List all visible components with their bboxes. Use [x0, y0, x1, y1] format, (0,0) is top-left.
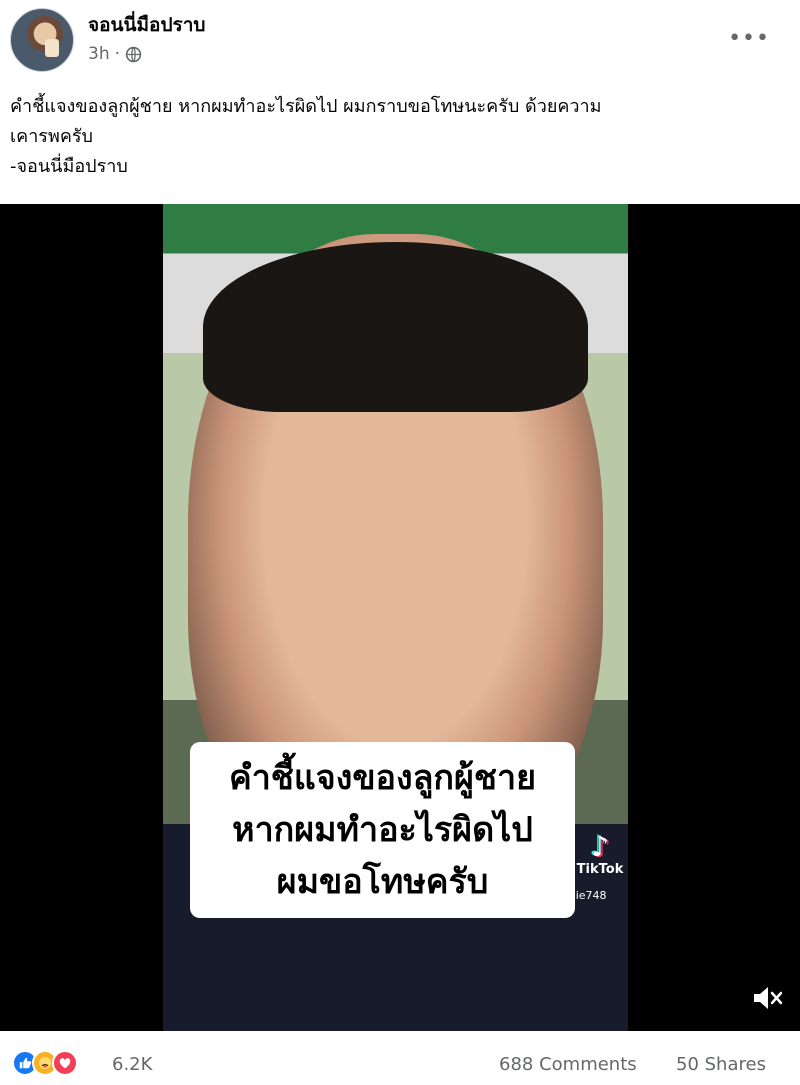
post-header: จอนนี่มือปราบ 3h · •••	[0, 0, 800, 80]
globe-icon[interactable]	[125, 46, 142, 63]
more-options-button[interactable]: •••	[728, 26, 770, 51]
love-icon[interactable]	[52, 1050, 78, 1076]
post-time[interactable]: 3h	[88, 44, 110, 64]
meta-separator: ·	[114, 44, 120, 64]
tiktok-label: TikTok	[576, 862, 624, 877]
shares-count-link[interactable]: 50 Shares	[676, 1054, 766, 1075]
post-footer: 6.2K 688 Comments 50 Shares	[0, 1040, 800, 1085]
subtitle-line: หากผมทำอะไรผิดไป	[232, 810, 533, 850]
caption-line: เคารพครับ	[10, 126, 93, 147]
video-subtitle: คำชี้แจงของลูกผู้ชาย หากผมทำอะไรผิดไป ผม…	[190, 742, 575, 918]
reaction-icons[interactable]	[12, 1048, 78, 1078]
tiktok-icon: ♪	[591, 830, 609, 863]
avatar[interactable]	[10, 8, 74, 72]
video-frame[interactable]: คำชี้แจงของลูกผู้ชาย หากผมทำอะไรผิดไป ผม…	[163, 204, 628, 1031]
video-person-hair	[203, 242, 588, 412]
post-caption: คำชี้แจงของลูกผู้ชาย หากผมทำอะไรผิดไป ผม…	[10, 92, 790, 182]
caption-line: คำชี้แจงของลูกผู้ชาย หากผมทำอะไรผิดไป ผม…	[10, 96, 602, 117]
video-player[interactable]: คำชี้แจงของลูกผู้ชาย หากผมทำอะไรผิดไป ผม…	[0, 204, 800, 1031]
author-name[interactable]: จอนนี่มือปราบ	[88, 10, 205, 40]
subtitle-line: ผมขอโทษครับ	[276, 862, 489, 902]
reaction-count[interactable]: 6.2K	[112, 1054, 152, 1075]
post-meta: 3h ·	[88, 44, 142, 64]
speaker-muted-icon[interactable]	[748, 980, 784, 1016]
tiktok-username: @jonnie748	[541, 889, 607, 902]
caption-line: -จอนนี่มือปราบ	[10, 156, 128, 177]
comments-count-link[interactable]: 688 Comments	[499, 1054, 637, 1075]
subtitle-line: คำชี้แจงของลูกผู้ชาย	[228, 758, 537, 798]
tiktok-watermark: ♪ TikTok	[570, 830, 628, 878]
